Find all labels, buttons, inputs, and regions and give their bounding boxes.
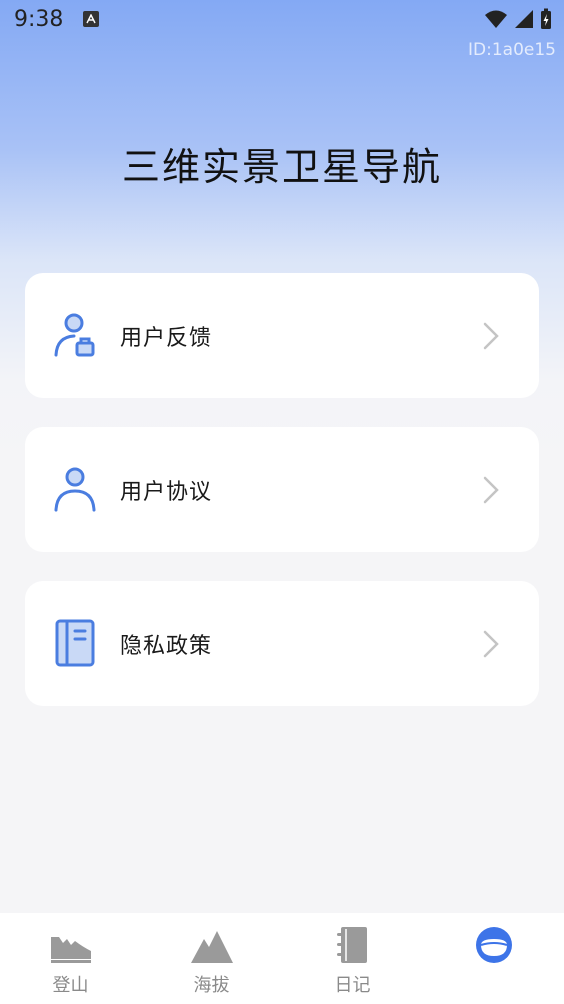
menu-item-label: 隐私政策	[120, 633, 213, 659]
user-icon	[54, 467, 96, 512]
cell-signal-icon	[515, 10, 533, 28]
watermark-id: ID:1a0e15	[468, 40, 556, 60]
bottom-tab-bar: 登山 海拔 日记	[0, 913, 564, 1004]
status-time: 9:38	[14, 6, 64, 32]
user-feedback-icon	[54, 313, 95, 357]
mountain-icon	[190, 931, 233, 963]
notebook-icon	[336, 927, 367, 963]
tab-climbing[interactable]: 登山	[0, 913, 141, 1004]
menu-item-label: 用户协议	[120, 479, 213, 505]
notification-a-icon	[83, 11, 100, 27]
menu-item-privacy-policy[interactable]: 隐私政策	[25, 581, 539, 706]
menu-item-user-agreement[interactable]: 用户协议	[25, 427, 539, 552]
status-bar: 9:38	[0, 0, 564, 38]
battery-icon	[541, 8, 551, 29]
tab-altitude[interactable]: 海拔	[141, 913, 282, 1004]
tab-label: 登山	[52, 975, 89, 996]
tab-label: 日记	[334, 975, 371, 996]
chevron-right-icon	[483, 322, 499, 350]
tab-diary[interactable]: 日记	[282, 913, 423, 1004]
shoe-icon	[50, 937, 91, 963]
page-title: 三维实景卫星导航	[121, 145, 442, 189]
menu-item-label: 用户反馈	[120, 325, 213, 351]
tab-profile[interactable]	[423, 913, 564, 1004]
chevron-right-icon	[483, 476, 499, 504]
tab-label: 海拔	[193, 975, 230, 996]
status-indicators	[484, 8, 552, 30]
wifi-icon	[485, 10, 507, 28]
profile-icon	[475, 927, 512, 963]
book-icon	[55, 619, 95, 667]
chevron-right-icon	[483, 630, 499, 658]
menu-item-user-feedback[interactable]: 用户反馈	[25, 273, 539, 398]
